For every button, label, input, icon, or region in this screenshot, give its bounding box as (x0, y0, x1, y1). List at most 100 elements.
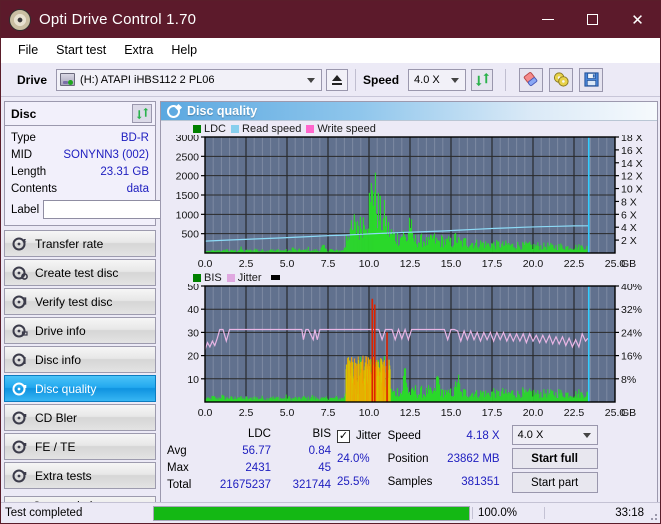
disc-bler-icon (12, 411, 27, 424)
svg-text:10: 10 (187, 374, 199, 386)
speed-select[interactable]: 4.0 X (408, 68, 467, 91)
erase-button[interactable] (519, 67, 544, 92)
svg-text:24%: 24% (621, 327, 642, 339)
test-speed-select[interactable]: 4.0 X (511, 425, 598, 445)
svg-text:30: 30 (187, 327, 199, 339)
elapsed-time: 33:18 (544, 507, 660, 519)
maximize-button[interactable] (570, 1, 615, 38)
disc-extra-icon (12, 469, 27, 482)
start-full-button[interactable]: Start full (511, 448, 598, 469)
stats-col-bis: BIS (312, 427, 331, 440)
disc-field-contents: Contents data (11, 180, 149, 197)
menu-start-test[interactable]: Start test (47, 40, 115, 60)
stats-row-avg-label: Avg (167, 444, 187, 457)
sidebar-item-drive-info[interactable]: Drive info (4, 317, 156, 344)
legend-swatch-write-speed (306, 124, 315, 133)
jitter-checkbox[interactable]: ✓ (337, 429, 350, 443)
sidebar-item-disc-info[interactable]: Disc info (4, 346, 156, 373)
drive-label: Drive (17, 72, 48, 87)
disc-field-length-value: 23.31 GB (100, 165, 149, 178)
disc-field-mid-value: SONYNN3 (002) (63, 148, 149, 161)
sidebar-item-fe-te[interactable]: FE / TE (4, 433, 156, 460)
svg-text:18 X: 18 X (621, 135, 643, 144)
disc-refresh-button[interactable] (132, 104, 152, 123)
disc-label-row: Label (11, 199, 247, 220)
svg-text:10 X: 10 X (621, 184, 643, 196)
eraser-icon (523, 72, 537, 87)
resize-grip[interactable] (646, 509, 658, 521)
svg-text:8%: 8% (621, 374, 636, 386)
sidebar-item-transfer-rate[interactable]: Transfer rate (4, 230, 156, 257)
sidebar-item-label: Extra tests (35, 468, 92, 483)
maximize-icon (587, 14, 598, 25)
refresh-button[interactable] (471, 68, 494, 91)
stats-avg-bis: 0.84 (308, 444, 331, 457)
app-disc-icon (9, 8, 31, 31)
refresh-icon (136, 107, 148, 120)
sidebar-item-verify-test-disc[interactable]: Verify test disc (4, 288, 156, 315)
svg-text:16 X: 16 X (621, 145, 643, 157)
legend-item-bis: BIS (193, 272, 222, 284)
table-row: Position 23862 MB (388, 448, 506, 471)
svg-text:40: 40 (187, 304, 199, 316)
svg-text:20.0: 20.0 (523, 258, 544, 270)
sidebar-item-label: Create test disc (35, 265, 119, 280)
jitter-label: Jitter (356, 430, 381, 443)
svg-text:15.0: 15.0 (441, 407, 462, 419)
table-row: 25.5% (337, 470, 382, 493)
svg-text:15.0: 15.0 (441, 258, 462, 270)
svg-text:5.0: 5.0 (280, 258, 295, 270)
disc-field-length: Length 23.31 GB (11, 163, 149, 180)
eject-icon (331, 74, 343, 85)
app-window: Opti Drive Control 1.70 ✕ File Start tes… (0, 0, 661, 524)
legend-label-read-speed: Read speed (242, 122, 302, 135)
svg-text:22.5: 22.5 (564, 258, 585, 270)
svg-text:16%: 16% (621, 351, 642, 363)
sidebar-item-create-test-disc[interactable]: Create test disc (4, 259, 156, 286)
disc-panel-title: Disc (11, 106, 37, 121)
chevron-down-icon (582, 433, 591, 438)
sidebar-item-cd-bler[interactable]: CD Bler (4, 404, 156, 431)
sidebar-item-extra-tests[interactable]: Extra tests (4, 462, 156, 489)
speed-label: Speed (363, 72, 400, 87)
progress-bar (153, 505, 470, 521)
svg-text:10.0: 10.0 (359, 407, 380, 419)
menu-help[interactable]: Help (162, 40, 206, 60)
sidebar-item-label: FE / TE (35, 439, 76, 454)
svg-text:17.5: 17.5 (482, 407, 503, 419)
speed-select-value: 4.0 X (414, 73, 440, 86)
drive-select[interactable]: (H:) ATAPI iHBS112 2 PL06 (56, 68, 323, 91)
stats-total-ldc: 21675237 (219, 478, 271, 491)
bottom-chart-canvas: 10 20 30 40 50 8% 16% 24% 32% 40% 0.0 2.5 5.0 7.5 10.0… (187, 284, 642, 419)
disc-label-label: Label (11, 203, 40, 216)
svg-text:1500: 1500 (176, 190, 200, 202)
menu-file[interactable]: File (9, 40, 47, 60)
jitter-avg: 24.0% (337, 452, 370, 465)
save-button[interactable] (579, 67, 604, 92)
discs-button[interactable] (549, 67, 574, 92)
svg-text:2 X: 2 X (621, 235, 637, 247)
svg-text:2000: 2000 (176, 171, 200, 183)
toolbar-divider-2 (505, 68, 507, 91)
two-discs-icon (553, 72, 569, 87)
disc-field-type-label: Type (11, 131, 36, 144)
eject-button[interactable] (326, 68, 349, 91)
table-row: Avg 56.77 0.84 (167, 442, 337, 459)
minimize-button[interactable] (525, 1, 570, 38)
close-button[interactable]: ✕ (615, 1, 660, 38)
menu-extra[interactable]: Extra (115, 40, 162, 60)
legend-swatch-ldc (193, 124, 201, 133)
info-speed-value: 4.18 X (466, 430, 500, 443)
jitter-max: 25.5% (337, 475, 370, 488)
sidebar-item-disc-quality[interactable]: Disc quality (4, 375, 156, 402)
stats-area: LDC BIS Avg 56.77 0.84 Max 2431 45 Total… (161, 420, 657, 495)
svg-text:12 X: 12 X (621, 171, 643, 183)
toolbar: Drive (H:) ATAPI iHBS112 2 PL06 Speed 4.… (1, 63, 660, 97)
legend-item-ldc: LDC (193, 123, 226, 135)
start-part-button[interactable]: Start part (511, 472, 598, 493)
disc-field-type-value: BD-R (120, 131, 149, 144)
svg-text:0.0: 0.0 (198, 258, 213, 270)
disc-field-contents-value: data (126, 182, 149, 195)
disc-panel-header: Disc (5, 102, 155, 126)
sidebar-item-label: Verify test disc (35, 294, 113, 309)
